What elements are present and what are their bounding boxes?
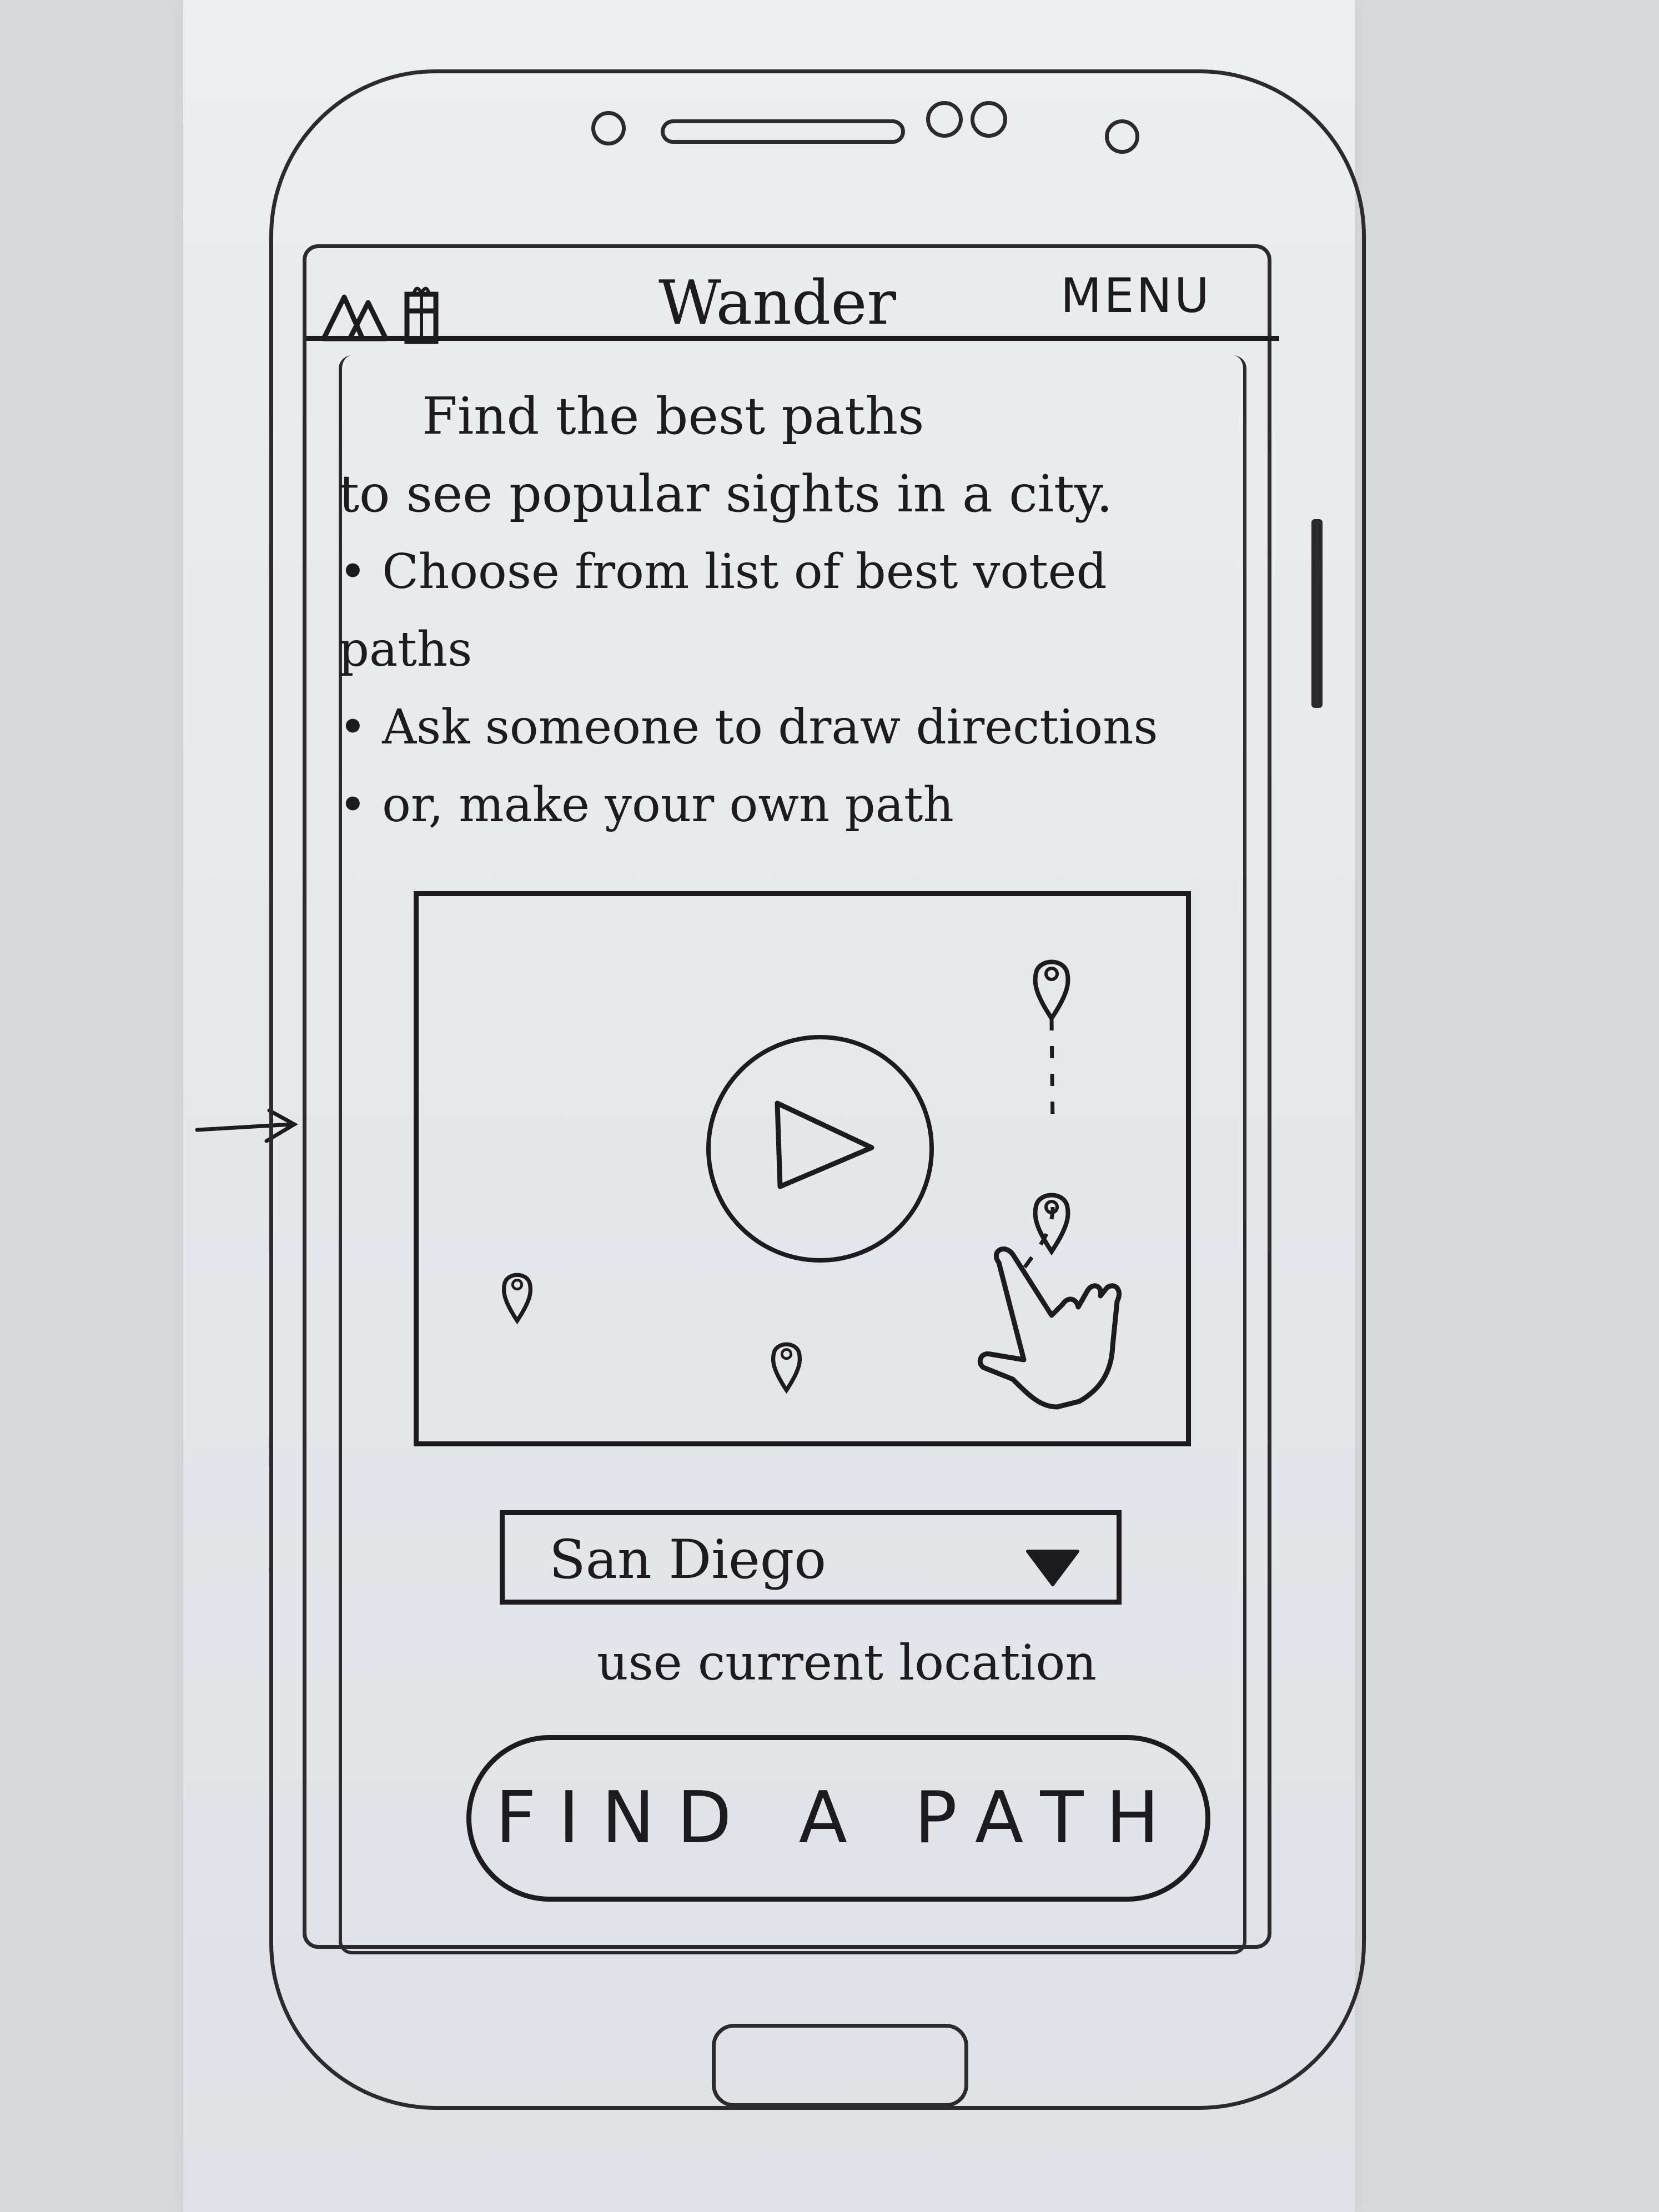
chevron-down-icon — [1026, 1550, 1079, 1586]
menu-button[interactable]: MENU — [1060, 265, 1227, 326]
map-pin-icon — [501, 1273, 533, 1325]
map-pin-icon — [771, 1342, 802, 1394]
intro-subline: to see popular sights in a city. — [339, 464, 1113, 524]
mountain-icon — [321, 294, 389, 341]
side-button — [1311, 519, 1323, 708]
intro-text: Find the best paths to see popular sight… — [339, 378, 1249, 833]
feature-item-ask-someone: Ask someone to draw directions — [339, 688, 1249, 766]
map-video-preview[interactable] — [414, 891, 1191, 1446]
find-path-button[interactable]: FIND A PATH — [466, 1735, 1210, 1902]
app-title: Wander — [658, 267, 897, 338]
home-button[interactable] — [712, 2024, 968, 2107]
city-dropdown[interactable]: San Diego — [500, 1510, 1122, 1605]
play-icon — [775, 1100, 874, 1189]
front-camera-1 — [926, 101, 963, 138]
app-bar-icons — [321, 286, 439, 344]
feature-list: Choose from list of best voted paths Ask… — [339, 533, 1249, 844]
earpiece-speaker — [661, 119, 905, 144]
proximity-sensor — [1105, 119, 1139, 154]
front-sensor-left — [591, 111, 626, 145]
intro-headline: Find the best paths — [422, 386, 924, 446]
city-dropdown-value: San Diego — [549, 1529, 827, 1591]
pointing-hand-icon — [977, 1246, 1122, 1410]
feature-item-own-path: or, make your own path — [339, 766, 1249, 844]
use-current-location-link[interactable]: use current location — [583, 1630, 1110, 1696]
map-pin-icon — [1033, 959, 1070, 1023]
feature-item-voted-paths: Choose from list of best voted paths — [339, 533, 1249, 688]
front-camera-2 — [971, 101, 1007, 138]
play-button[interactable] — [706, 1035, 934, 1263]
gift-icon — [404, 286, 439, 344]
